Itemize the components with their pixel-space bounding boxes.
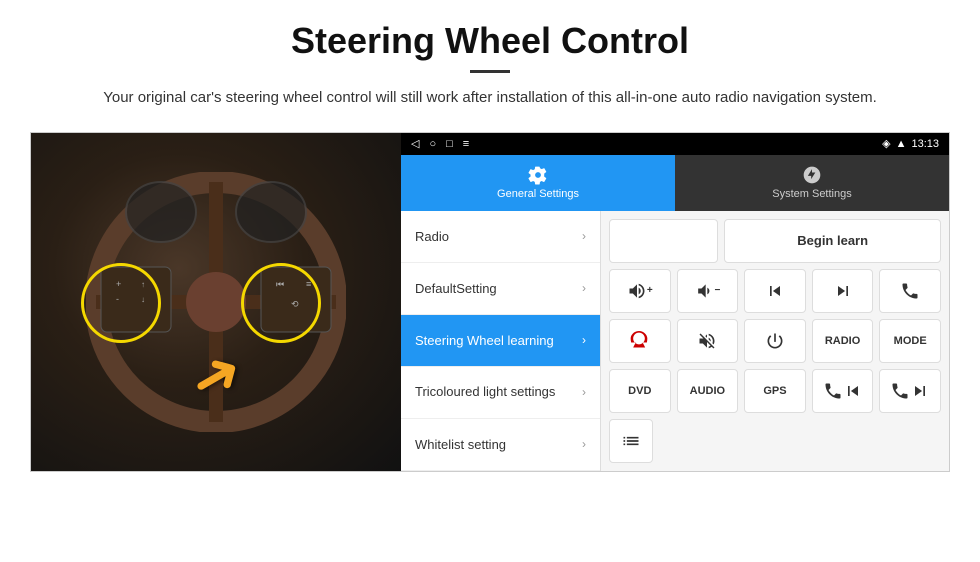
menu-steeringwheel-label: Steering Wheel learning xyxy=(415,333,554,348)
location-icon: ◈ xyxy=(882,137,890,150)
steering-wheel-image: + - ↑ ↓ ⏮ ≡ ⟲ ➜ xyxy=(31,133,401,471)
top-tabs: General Settings System Settings xyxy=(401,155,949,211)
begin-learn-button[interactable]: Begin learn xyxy=(724,219,941,263)
prev-small-icon xyxy=(843,381,863,401)
menu-nav-icon[interactable]: ≡ xyxy=(463,138,469,150)
right-highlight-circle xyxy=(241,263,321,343)
gps-button[interactable]: GPS xyxy=(744,369,806,413)
dvd-btn-label: DVD xyxy=(628,385,651,397)
control-row-3: DVD AUDIO GPS xyxy=(609,369,941,413)
begin-learn-label: Begin learn xyxy=(797,233,868,248)
menu-defaultsetting-label: DefaultSetting xyxy=(415,281,497,296)
control-row-2: RADIO MODE xyxy=(609,319,941,363)
back-nav-icon[interactable]: ◁ xyxy=(411,137,419,150)
menu-item-radio[interactable]: Radio › xyxy=(401,211,600,263)
next-track-button[interactable] xyxy=(812,269,874,313)
steering-wheel-graphic: + - ↑ ↓ ⏮ ≡ ⟲ ➜ xyxy=(31,133,401,471)
defaultsetting-chevron-icon: › xyxy=(582,281,586,295)
phone-next-icon xyxy=(890,381,910,401)
phone-icon xyxy=(900,281,920,301)
menu-item-tricoloured[interactable]: Tricoloured light settings › xyxy=(401,367,600,419)
list-button[interactable] xyxy=(609,419,653,463)
menu-tricoloured-label: Tricoloured light settings xyxy=(415,384,555,400)
recents-nav-icon[interactable]: □ xyxy=(446,138,453,150)
vol-up-label: + xyxy=(647,285,653,296)
header-subtitle: Your original car's steering wheel contr… xyxy=(60,87,920,110)
phone-prev-icon xyxy=(823,381,843,401)
right-controls: Begin learn + − xyxy=(601,211,949,471)
audio-btn-label: AUDIO xyxy=(690,385,725,397)
gear-icon xyxy=(528,165,548,185)
radio-chevron-icon: › xyxy=(582,229,586,243)
dvd-button[interactable]: DVD xyxy=(609,369,671,413)
status-bar-right: ◈ ▲ 13:13 xyxy=(882,137,939,150)
phone-button[interactable] xyxy=(879,269,941,313)
title-divider xyxy=(470,70,510,73)
prev-track-icon xyxy=(765,281,785,301)
control-row-4 xyxy=(609,419,941,463)
panel-body: Radio › DefaultSetting › Steering Wheel … xyxy=(401,211,949,471)
next-small-icon xyxy=(910,381,930,401)
mode-btn-label: MODE xyxy=(894,335,927,347)
vol-prev-button[interactable] xyxy=(812,369,874,413)
left-menu: Radio › DefaultSetting › Steering Wheel … xyxy=(401,211,601,471)
menu-radio-label: Radio xyxy=(415,229,449,244)
tab-system-label: System Settings xyxy=(772,188,851,200)
vol-up-icon xyxy=(627,281,647,301)
power-button[interactable] xyxy=(744,319,806,363)
android-panel: ◁ ○ □ ≡ ◈ ▲ 13:13 General Settings xyxy=(401,133,949,471)
whitelist-chevron-icon: › xyxy=(582,437,586,451)
control-row-1: + − xyxy=(609,269,941,313)
vol-next-button[interactable] xyxy=(879,369,941,413)
hangup-icon xyxy=(630,331,650,351)
menu-whitelist-label: Whitelist setting xyxy=(415,437,506,452)
tab-general-settings[interactable]: General Settings xyxy=(401,155,675,211)
tab-general-label: General Settings xyxy=(497,188,579,200)
power-icon xyxy=(765,331,785,351)
home-nav-icon[interactable]: ○ xyxy=(429,138,436,150)
radio-btn-label: RADIO xyxy=(825,335,860,347)
wifi-icon: ▲ xyxy=(896,138,907,150)
menu-item-whitelist[interactable]: Whitelist setting › xyxy=(401,419,600,471)
vol-down-icon xyxy=(694,281,714,301)
left-highlight-circle xyxy=(81,263,161,343)
status-bar: ◁ ○ □ ≡ ◈ ▲ 13:13 xyxy=(401,133,949,155)
audio-button[interactable]: AUDIO xyxy=(677,369,739,413)
page-header: Steering Wheel Control Your original car… xyxy=(0,0,980,120)
menu-item-steeringwheel[interactable]: Steering Wheel learning › xyxy=(401,315,600,367)
vol-down-button[interactable]: − xyxy=(677,269,739,313)
menu-item-defaultsetting[interactable]: DefaultSetting › xyxy=(401,263,600,315)
mute-icon xyxy=(697,331,717,351)
radio-button[interactable]: RADIO xyxy=(812,319,874,363)
next-track-icon xyxy=(833,281,853,301)
tab-system-settings[interactable]: System Settings xyxy=(675,155,949,211)
status-bar-left: ◁ ○ □ ≡ xyxy=(411,137,469,150)
main-content: + - ↑ ↓ ⏮ ≡ ⟲ ➜ ◁ xyxy=(30,132,950,472)
tricoloured-chevron-icon: › xyxy=(582,385,586,399)
empty-input-box[interactable] xyxy=(609,219,718,263)
hangup-button[interactable] xyxy=(609,319,671,363)
vol-down-label: − xyxy=(714,285,720,296)
vol-up-button[interactable]: + xyxy=(609,269,671,313)
list-icon xyxy=(621,431,641,451)
mute-button[interactable] xyxy=(677,319,739,363)
status-time: 13:13 xyxy=(911,138,939,150)
system-settings-icon xyxy=(802,165,822,185)
mode-button[interactable]: MODE xyxy=(879,319,941,363)
gps-btn-label: GPS xyxy=(763,385,786,397)
begin-learn-row: Begin learn xyxy=(609,219,941,263)
steeringwheel-chevron-icon: › xyxy=(582,333,586,347)
prev-track-button[interactable] xyxy=(744,269,806,313)
page-title: Steering Wheel Control xyxy=(60,20,920,62)
